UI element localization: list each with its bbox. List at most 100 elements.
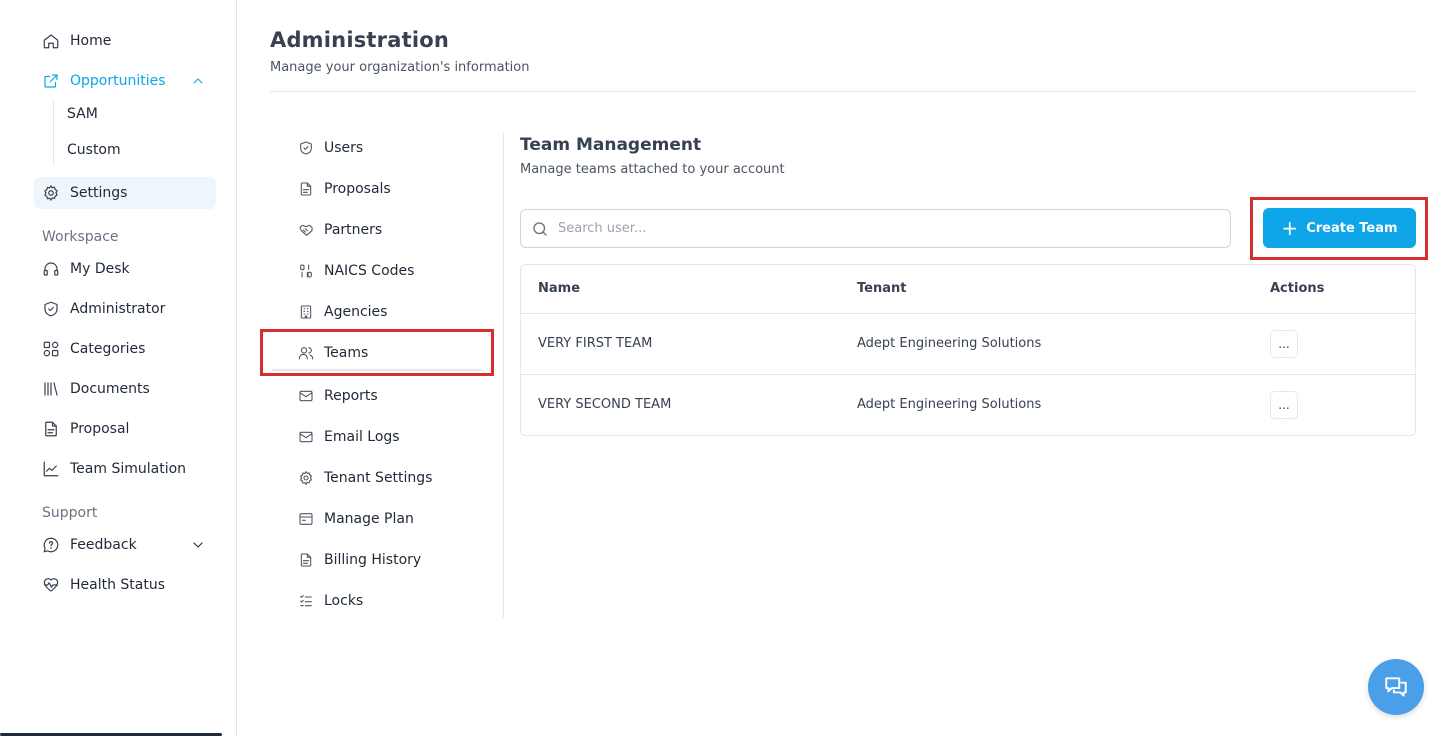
teams-selected-indicator bbox=[272, 369, 482, 371]
admin-nav-email-logs[interactable]: Email Logs bbox=[298, 425, 400, 449]
chat-bubbles-icon bbox=[1385, 677, 1407, 697]
support-section-label: Support bbox=[42, 505, 98, 521]
workspace-section-label: Workspace bbox=[42, 229, 119, 245]
shield-check-icon bbox=[42, 300, 60, 318]
search-icon bbox=[531, 220, 549, 238]
document-icon bbox=[298, 181, 314, 197]
admin-nav-label: Manage Plan bbox=[324, 511, 414, 527]
help-bubble-icon bbox=[42, 536, 60, 554]
create-team-label: Create Team bbox=[1306, 220, 1398, 236]
wallet-icon bbox=[298, 511, 314, 527]
sidebar-item-label: Categories bbox=[70, 341, 146, 357]
tenant-cell: Adept Engineering Solutions bbox=[857, 336, 1042, 351]
sidebar-item-categories[interactable]: Categories bbox=[34, 333, 216, 365]
admin-nav-tenant-settings[interactable]: Tenant Settings bbox=[298, 466, 432, 490]
column-header-name[interactable]: Name bbox=[538, 281, 580, 296]
checklist-icon bbox=[298, 593, 314, 609]
column-header-tenant[interactable]: Tenant bbox=[857, 281, 906, 296]
sidebar-item-settings[interactable]: Settings bbox=[34, 177, 216, 209]
team-name-cell: VERY FIRST TEAM bbox=[538, 336, 653, 351]
teams-table: Name Tenant Actions VERY FIRST TEAM Adep… bbox=[520, 264, 1416, 436]
line-chart-icon bbox=[42, 460, 60, 478]
sidebar-item-label: Health Status bbox=[70, 577, 166, 593]
table-row: VERY SECOND TEAM Adept Engineering Solut… bbox=[521, 374, 1415, 435]
sidebar-item-team-simulation[interactable]: Team Simulation bbox=[34, 453, 216, 485]
headset-icon bbox=[42, 260, 60, 278]
sidebar-item-label: Administrator bbox=[70, 301, 166, 317]
admin-nav-locks[interactable]: Locks bbox=[298, 589, 363, 613]
sidebar-subitem-custom[interactable]: Custom bbox=[67, 142, 121, 158]
admin-nav-label: Tenant Settings bbox=[324, 470, 433, 486]
sidebar-item-label: Feedback bbox=[70, 537, 137, 553]
sidebar-item-label: Proposal bbox=[70, 421, 130, 437]
admin-nav-label: Reports bbox=[324, 388, 378, 404]
gear-icon bbox=[298, 470, 314, 486]
chevron-up-icon[interactable] bbox=[190, 73, 206, 89]
admin-nav-users[interactable]: Users bbox=[298, 136, 363, 160]
admin-nav-agencies[interactable]: Agencies bbox=[298, 300, 387, 324]
mail-icon bbox=[298, 388, 314, 404]
row-actions-button[interactable]: ... bbox=[1270, 330, 1298, 358]
admin-nav-manage-plan[interactable]: Manage Plan bbox=[298, 507, 414, 531]
admin-nav-label: Email Logs bbox=[324, 429, 400, 445]
sidebar-item-label: Team Simulation bbox=[70, 461, 187, 477]
admin-nav-naics-codes[interactable]: NAICS Codes bbox=[298, 259, 414, 283]
sidebar-subitem-sam[interactable]: SAM bbox=[67, 106, 98, 122]
sidebar-item-administrator[interactable]: Administrator bbox=[34, 293, 216, 325]
admin-nav-label: Billing History bbox=[324, 552, 422, 568]
row-actions-button[interactable]: ... bbox=[1270, 391, 1298, 419]
sidebar-item-health-status[interactable]: Health Status bbox=[34, 569, 216, 601]
sidebar-item-feedback[interactable]: Feedback bbox=[34, 529, 216, 561]
admin-nav-label: Teams bbox=[324, 345, 369, 361]
sidebar-item-opportunities[interactable]: Opportunities bbox=[34, 65, 216, 97]
home-icon bbox=[42, 32, 60, 50]
admin-nav-label: Partners bbox=[324, 222, 383, 238]
shield-check-icon bbox=[298, 140, 314, 156]
external-link-icon bbox=[42, 72, 60, 90]
create-team-button[interactable]: + Create Team bbox=[1263, 208, 1416, 248]
plus-icon: + bbox=[1281, 216, 1299, 240]
sidebar-item-label: Home bbox=[70, 33, 112, 49]
admin-nav-label: Locks bbox=[324, 593, 364, 609]
table-row: VERY FIRST TEAM Adept Engineering Soluti… bbox=[521, 313, 1415, 374]
heart-pulse-icon bbox=[42, 576, 60, 594]
sidebar-item-label: Settings bbox=[70, 185, 128, 201]
admin-nav-partners[interactable]: Partners bbox=[298, 218, 382, 242]
gear-icon bbox=[42, 184, 60, 202]
mail-icon bbox=[298, 429, 314, 445]
column-header-actions: Actions bbox=[1270, 281, 1325, 296]
sidebar-item-proposal[interactable]: Proposal bbox=[34, 413, 216, 445]
team-name-cell: VERY SECOND TEAM bbox=[538, 397, 672, 412]
admin-nav-label: Agencies bbox=[324, 304, 388, 320]
document-icon bbox=[42, 420, 60, 438]
library-icon bbox=[42, 380, 60, 398]
sidebar: Home Opportunities SAM Custom Settings W… bbox=[0, 0, 237, 736]
header-divider bbox=[270, 91, 1416, 92]
admin-nav-label: Proposals bbox=[324, 181, 391, 197]
admin-nav-teams[interactable]: Teams bbox=[298, 341, 368, 365]
sidebar-item-my-desk[interactable]: My Desk bbox=[34, 253, 216, 285]
admin-nav-label: Users bbox=[324, 140, 364, 156]
users-icon bbox=[298, 345, 314, 361]
categories-icon bbox=[42, 340, 60, 358]
chat-button[interactable] bbox=[1368, 659, 1424, 715]
binary-icon bbox=[298, 263, 314, 279]
page-title: Administration bbox=[270, 28, 449, 52]
chevron-down-icon[interactable] bbox=[190, 537, 206, 553]
page-subtitle: Manage your organization's information bbox=[270, 60, 530, 75]
team-management-title: Team Management bbox=[520, 135, 702, 155]
team-management-subtitle: Manage teams attached to your account bbox=[520, 162, 785, 177]
sidebar-item-documents[interactable]: Documents bbox=[34, 373, 216, 405]
tenant-cell: Adept Engineering Solutions bbox=[857, 397, 1042, 412]
submenu-guide-line bbox=[53, 100, 54, 166]
admin-nav-proposals[interactable]: Proposals bbox=[298, 177, 391, 201]
receipt-icon bbox=[298, 552, 314, 568]
admin-nav-divider bbox=[503, 132, 504, 618]
admin-nav-billing-history[interactable]: Billing History bbox=[298, 548, 421, 572]
admin-nav-reports[interactable]: Reports bbox=[298, 384, 378, 408]
search-input[interactable] bbox=[558, 221, 1198, 236]
sidebar-item-label: Documents bbox=[70, 381, 150, 397]
sidebar-item-label: My Desk bbox=[70, 261, 130, 277]
sidebar-item-home[interactable]: Home bbox=[34, 25, 216, 57]
building-icon bbox=[298, 304, 314, 320]
